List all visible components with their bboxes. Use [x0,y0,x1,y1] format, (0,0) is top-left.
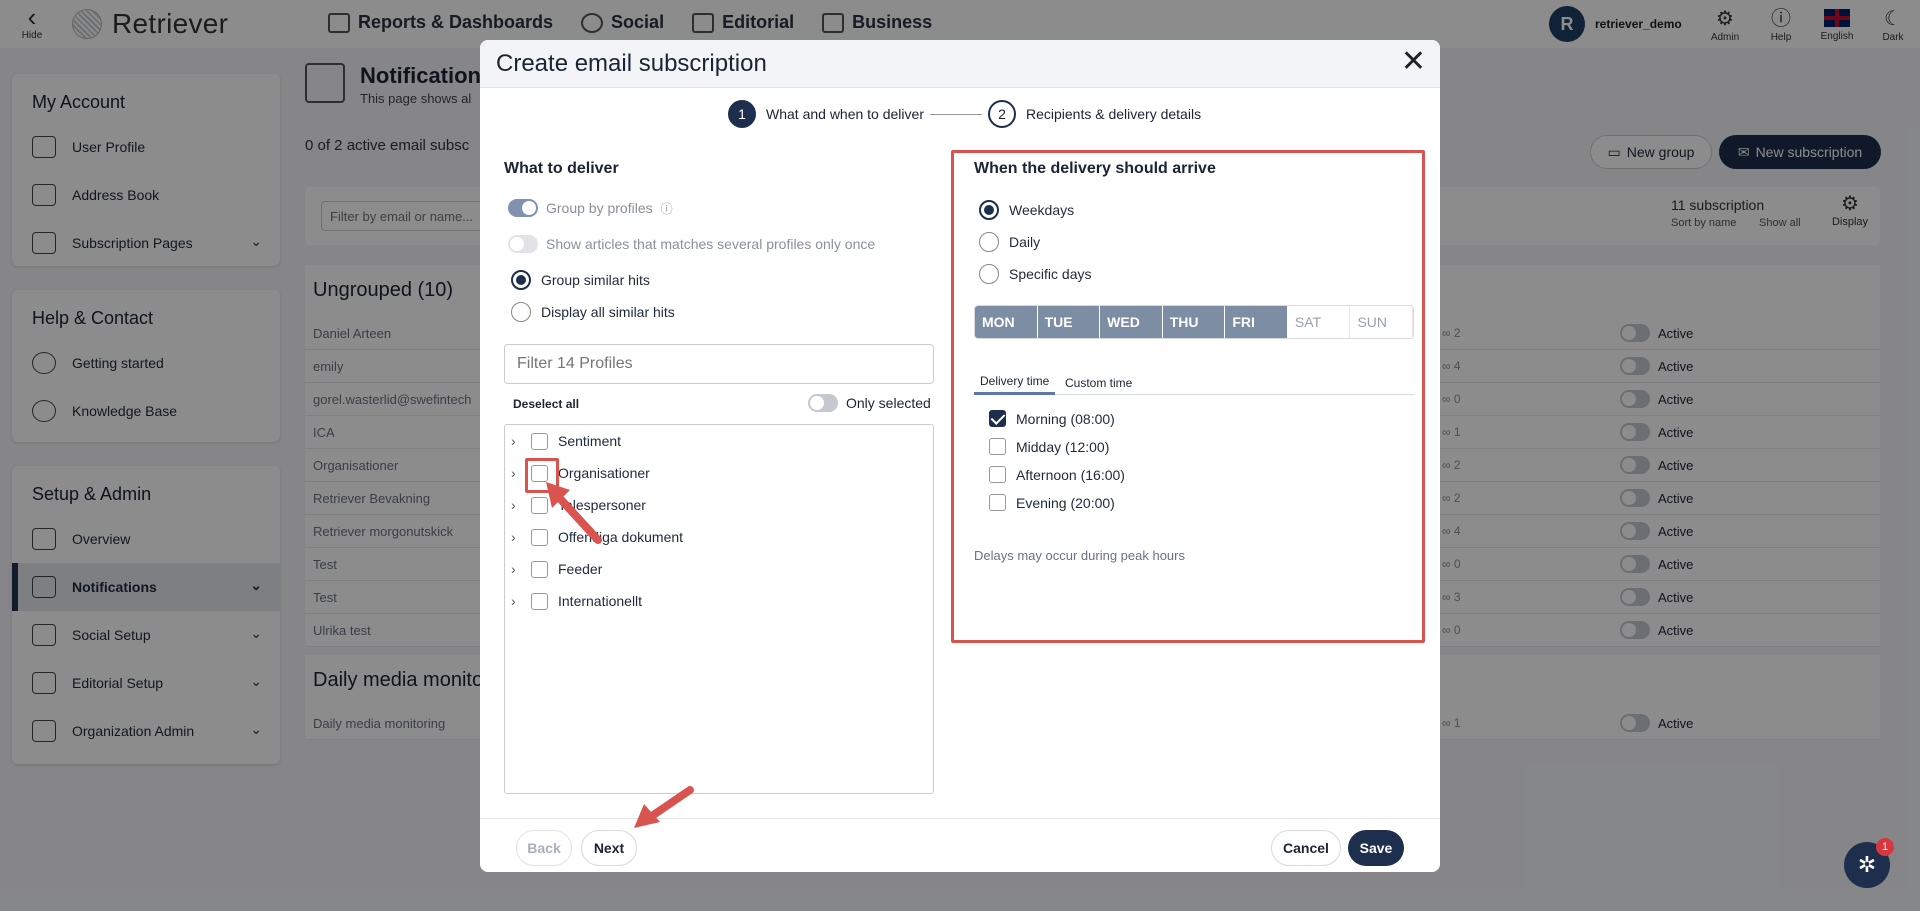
tree-item-internationellt[interactable]: › Internationellt [511,589,642,613]
radio-circle [511,302,531,322]
tree-item-label: Feeder [558,561,603,577]
tree-item-sentiment[interactable]: › Sentiment [511,429,621,453]
checkbox[interactable] [531,592,548,610]
notification-badge: 1 [1876,838,1894,856]
checkbox[interactable] [531,560,548,578]
step-connector [929,113,982,115]
deselect-all-link[interactable]: Deselect all [513,397,579,411]
radio-label: Group similar hits [541,272,650,288]
radio-label: Display all similar hits [541,304,675,320]
chevron-right-icon[interactable]: › [511,497,521,513]
filter-profiles-input[interactable] [504,344,934,384]
chat-widget-button[interactable]: ✲ 1 [1844,838,1894,888]
stepper: 1 What and when to deliver 2 Recipients & … [728,100,1201,128]
tree-item-label: Internationellt [558,593,643,609]
chevron-right-icon[interactable]: › [511,529,521,545]
chevron-right-icon[interactable]: › [511,433,521,449]
highlight-box-delivery [951,150,1425,643]
toggle-switch [508,199,538,217]
checkbox[interactable] [531,432,548,450]
group-similar-radio[interactable]: Group similar hits [511,270,650,290]
show-once-toggle[interactable]: Show articles that matches several profi… [508,235,875,253]
info-icon: ⓘ [660,201,673,216]
cancel-button[interactable]: Cancel [1271,830,1341,866]
tree-item-label: Organisationer [558,465,650,481]
step-2[interactable]: 2 Recipients & delivery details [987,100,1202,128]
chevron-right-icon[interactable]: › [511,593,521,609]
toggle-label: Group by profiles [546,200,653,216]
save-button[interactable]: Save [1348,830,1404,866]
step-number: 1 [728,100,756,128]
toggle-label: Show articles that matches several profi… [546,236,876,252]
radio-circle [511,270,531,290]
step-label: What and when to deliver [766,106,924,122]
toggle-switch [508,235,538,253]
back-button[interactable]: Back [516,830,572,866]
close-icon[interactable]: ✕ [1401,46,1426,78]
lifebuoy-icon: ✲ [1857,852,1877,877]
toggle-switch [808,394,838,412]
arrow-annotation-next [634,786,694,828]
toggle-label: Only selected [846,395,931,411]
step-number: 2 [987,100,1016,128]
modal-header: Create email subscription ✕ [480,40,1440,88]
next-button[interactable]: Next [581,830,637,866]
only-selected-toggle[interactable]: Only selected [808,394,931,412]
arrow-annotation-checkbox [546,482,602,544]
tree-item-feeder[interactable]: › Feeder [511,557,602,581]
step-label: Recipients & delivery details [1025,106,1202,122]
modal-title: Create email subscription [496,50,767,77]
chevron-right-icon[interactable]: › [511,561,521,577]
what-to-deliver-title: What to deliver [504,160,619,177]
group-by-profiles-toggle[interactable]: Group by profiles ⓘ [508,199,673,217]
tree-item-label: Sentiment [558,433,622,449]
step-1[interactable]: 1 What and when to deliver [728,100,924,128]
create-subscription-modal: Create email subscription ✕ 1 What and wh… [480,40,1440,872]
display-all-radio[interactable]: Display all similar hits [511,302,675,322]
chevron-right-icon[interactable]: › [511,465,521,481]
footer-divider [480,818,1440,819]
